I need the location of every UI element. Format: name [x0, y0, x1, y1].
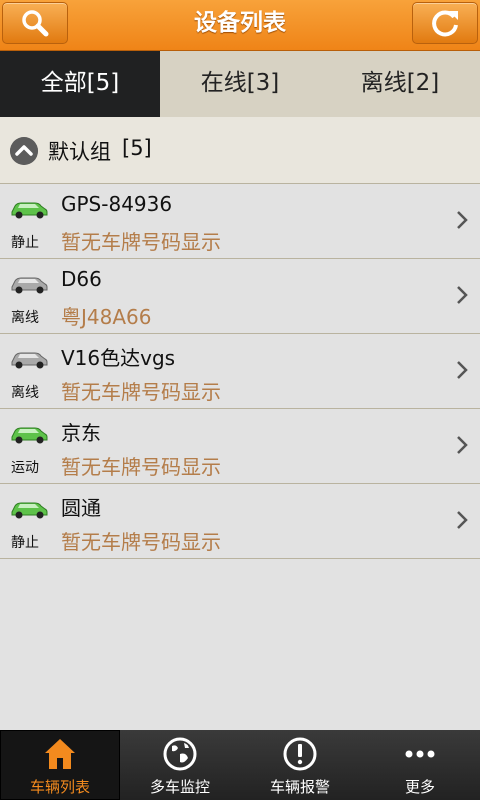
- tab-all[interactable]: 全部[5]: [0, 51, 160, 117]
- group-count: [5]: [122, 136, 152, 160]
- refresh-button[interactable]: [412, 2, 478, 44]
- tab-online[interactable]: 在线[3]: [160, 51, 320, 117]
- chevron-right-icon: [457, 211, 468, 229]
- home-icon: [45, 739, 75, 769]
- nav-more[interactable]: 更多: [360, 730, 480, 800]
- group-header[interactable]: 默认组 [5]: [0, 117, 480, 184]
- app-header: 设备列表: [0, 0, 480, 51]
- car-icon: [11, 277, 48, 294]
- chevron-right-icon: [457, 511, 468, 529]
- page-title: 设备列表: [194, 10, 286, 36]
- nav-label: 多车监控: [149, 778, 210, 796]
- chevron-right-icon: [457, 286, 468, 304]
- nav-vehicle-alarm[interactable]: 车辆报警: [240, 730, 360, 800]
- device-status: 运动: [11, 460, 39, 476]
- device-status: 离线: [11, 385, 39, 401]
- device-status: 静止: [11, 235, 39, 251]
- device-row[interactable]: 静止 圆通 暂无车牌号码显示: [0, 484, 480, 559]
- car-icon: [11, 502, 48, 519]
- device-row[interactable]: 离线 V16色达vgs 暂无车牌号码显示: [0, 334, 480, 409]
- device-status: 静止: [11, 535, 39, 551]
- device-plate: 暂无车牌号码显示: [61, 230, 221, 254]
- device-name: V16色达vgs: [61, 346, 176, 370]
- device-name: GPS-84936: [61, 192, 173, 216]
- nav-label: 车辆报警: [269, 778, 330, 796]
- device-row[interactable]: 离线 D66 粤J48A66: [0, 259, 480, 334]
- status-tabs: 全部[5] 在线[3] 离线[2]: [0, 51, 480, 117]
- car-icon: [11, 352, 48, 369]
- car-icon: [11, 202, 48, 219]
- bottom-nav: 车辆列表 多车监控 车辆报警 更多: [0, 730, 480, 800]
- group-label: 默认组: [48, 140, 111, 164]
- device-plate: 暂无车牌号码显示: [61, 380, 221, 404]
- more-icon: [405, 750, 435, 758]
- device-status: 离线: [11, 310, 39, 326]
- device-plate: 暂无车牌号码显示: [61, 530, 221, 554]
- alert-icon: [283, 737, 317, 771]
- car-icon: [11, 427, 48, 444]
- nav-label: 更多: [404, 778, 435, 796]
- nav-label: 车辆列表: [29, 778, 90, 796]
- device-row[interactable]: 运动 京东 暂无车牌号码显示: [0, 409, 480, 484]
- nav-vehicle-list[interactable]: 车辆列表: [0, 730, 120, 800]
- device-name: D66: [61, 267, 102, 291]
- device-plate: 暂无车牌号码显示: [61, 455, 221, 479]
- globe-icon: [163, 737, 197, 771]
- tab-offline[interactable]: 离线[2]: [320, 51, 480, 117]
- chevron-up-icon: [10, 137, 38, 165]
- nav-multi-monitor[interactable]: 多车监控: [120, 730, 240, 800]
- device-row[interactable]: 静止 GPS-84936 暂无车牌号码显示: [0, 184, 480, 259]
- device-name: 圆通: [61, 496, 101, 520]
- device-plate: 粤J48A66: [61, 305, 152, 329]
- chevron-right-icon: [457, 361, 468, 379]
- refresh-icon: [432, 10, 458, 37]
- device-name: 京东: [61, 421, 101, 445]
- device-list: 静止 GPS-84936 暂无车牌号码显示 离线 D66 粤J48A66 离线 …: [0, 184, 480, 559]
- chevron-right-icon: [457, 436, 468, 454]
